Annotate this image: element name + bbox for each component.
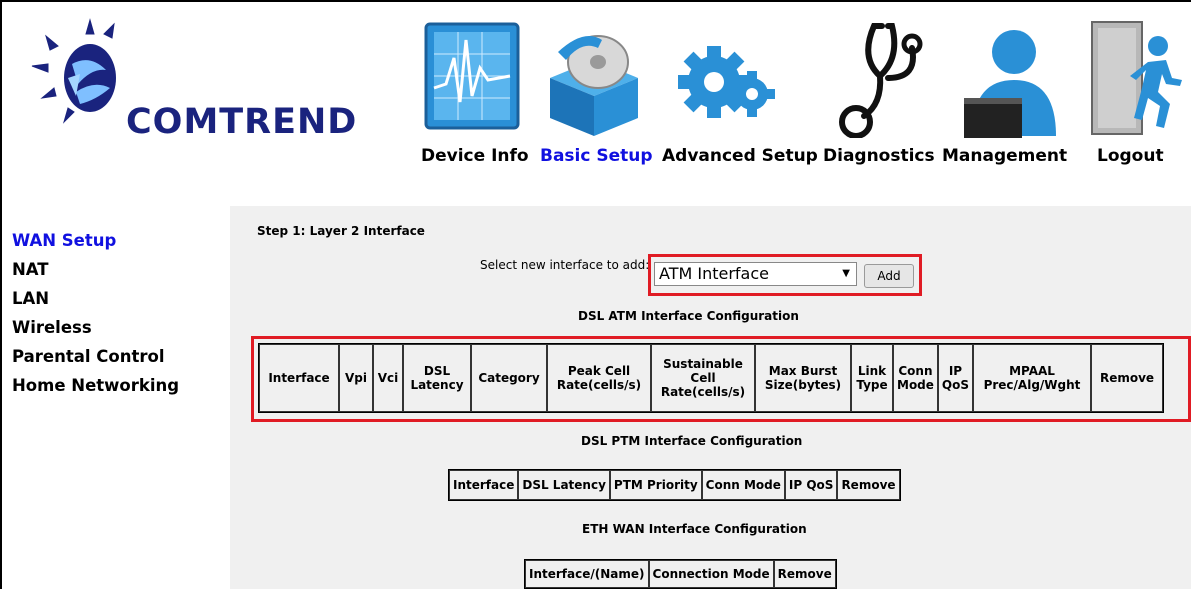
interface-type-value: ATM Interface [659,264,769,283]
stethoscope-icon[interactable] [830,18,926,139]
select-label: Select new interface to add: [480,258,650,272]
comtrend-logo: COMTREND [20,14,356,174]
nav-diagnostics[interactable]: Diagnostics [823,146,935,166]
user-laptop-icon[interactable] [958,18,1062,138]
nav-basic-setup[interactable]: Basic Setup [540,146,653,166]
atm-col-header: Sustainable Cell Rate(cells/s) [651,344,755,412]
ptm-config-table: Interface DSL Latency PTM Priority Conn … [448,469,901,501]
sidebar-item-wan-setup[interactable]: WAN Setup [12,226,212,255]
interface-type-select[interactable]: ATM Interface ▼ [654,262,857,286]
eth-section-title: ETH WAN Interface Configuration [582,522,807,536]
eth-col-header: Connection Mode [648,560,774,588]
ptm-col-header: Remove [837,470,900,500]
sidebar-item-parental-control[interactable]: Parental Control [12,342,212,371]
atm-col-header: Remove [1091,344,1163,412]
sidebar: WAN Setup NAT LAN Wireless Parental Cont… [12,226,212,400]
nav-device-info[interactable]: Device Info [421,146,529,166]
eth-header-row: Interface/(Name) Connection Mode Remove [525,560,836,588]
ptm-col-header: Conn Mode [701,470,785,500]
brand-name: COMTREND [126,102,358,142]
ptm-col-header: DSL Latency [518,470,610,500]
eth-config-table: Interface/(Name) Connection Mode Remove [524,559,837,589]
atm-col-header: Max Burst Size(bytes) [755,344,851,412]
nav-logout[interactable]: Logout [1097,146,1164,166]
sidebar-item-home-networking[interactable]: Home Networking [12,371,212,400]
nav-management[interactable]: Management [942,146,1067,166]
gears-icon[interactable] [676,18,776,138]
eth-col-header: Interface/(Name) [525,560,649,588]
add-button[interactable]: Add [864,264,914,288]
ptm-col-header: Interface [449,470,519,500]
atm-col-header: Conn Mode [893,344,938,412]
disc-box-icon[interactable] [544,18,644,138]
atm-col-header: Vpi [339,344,373,412]
chevron-down-icon: ▼ [842,268,850,279]
sidebar-item-nat[interactable]: NAT [12,255,212,284]
ptm-section-title: DSL PTM Interface Configuration [581,434,803,448]
sidebar-item-lan[interactable]: LAN [12,284,212,313]
atm-config-table: Interface Vpi Vci DSL Latency Category P… [258,343,1164,413]
atm-header-row: Interface Vpi Vci DSL Latency Category P… [259,344,1163,412]
sidebar-item-wireless[interactable]: Wireless [12,313,212,342]
atm-section-title: DSL ATM Interface Configuration [578,309,799,323]
exit-door-icon[interactable] [1090,18,1186,138]
atm-col-header: Vci [373,344,403,412]
chart-monitor-icon[interactable] [424,18,522,138]
step-title: Step 1: Layer 2 Interface [257,224,425,238]
atm-col-header: DSL Latency [403,344,471,412]
ptm-header-row: Interface DSL Latency PTM Priority Conn … [449,470,900,500]
eth-col-header: Remove [773,560,836,588]
atm-col-header: Category [471,344,547,412]
atm-col-header: Link Type [851,344,893,412]
atm-col-header: MPAAL Prec/Alg/Wght [973,344,1091,412]
atm-col-header: Peak Cell Rate(cells/s) [547,344,651,412]
ptm-col-header: PTM Priority [609,470,702,500]
atm-col-header: IP QoS [937,344,973,412]
logo-burst-icon [31,18,116,124]
ptm-col-header: IP QoS [784,470,838,500]
nav-advanced-setup[interactable]: Advanced Setup [662,146,818,166]
atm-col-header: Interface [259,344,339,412]
